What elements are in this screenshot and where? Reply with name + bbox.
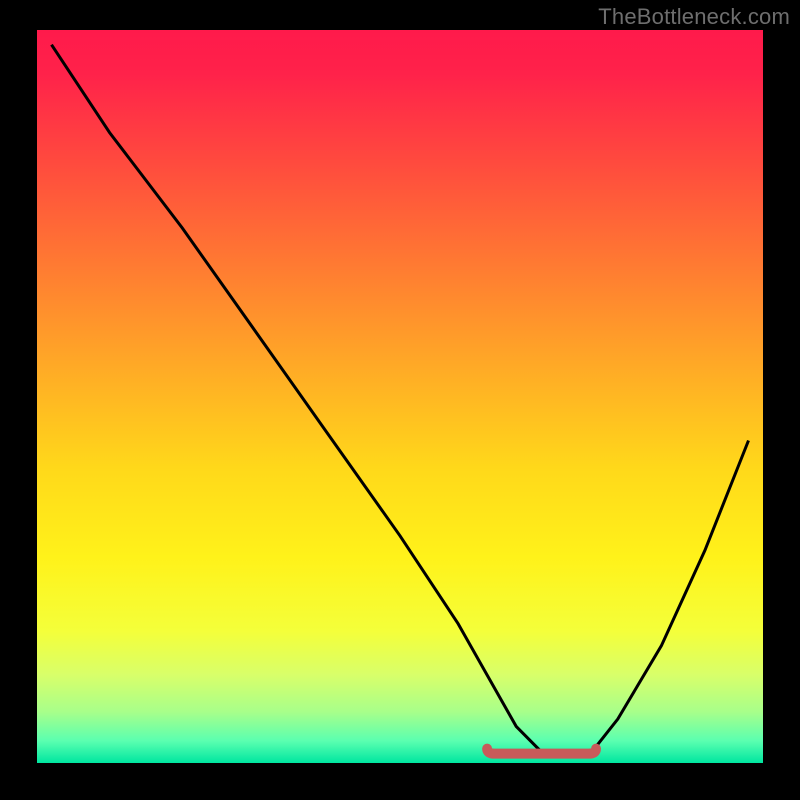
optimal-range-marker bbox=[487, 749, 596, 754]
attribution-text: TheBottleneck.com bbox=[598, 4, 790, 30]
plot-background bbox=[37, 30, 763, 763]
chart-container: TheBottleneck.com bbox=[0, 0, 800, 800]
bottleneck-chart bbox=[0, 0, 800, 800]
